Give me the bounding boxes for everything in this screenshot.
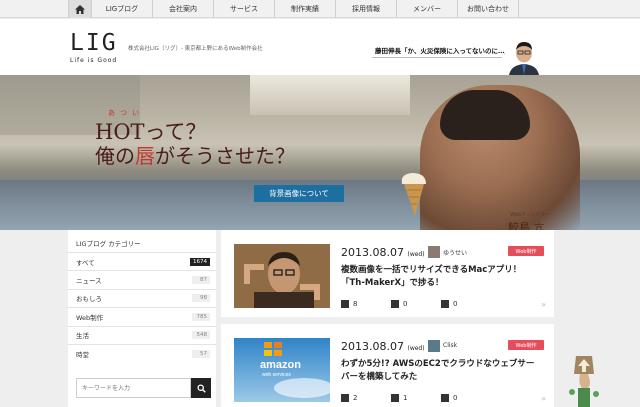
post-date: 2013.08.07 (wed) bbox=[341, 246, 425, 259]
stat-count: 1 bbox=[403, 394, 408, 402]
hero-headline-line1: HOTって？ bbox=[95, 120, 207, 144]
facebook-icon bbox=[341, 300, 349, 308]
author-avatar[interactable] bbox=[428, 340, 440, 352]
sidebar-item-label: 時堂 bbox=[76, 350, 89, 359]
category-sidebar: LIGブログ カテゴリー すべて 1674 ニュース 87 おもしろ 98 We… bbox=[68, 230, 216, 407]
logo-subtitle: Life is Good bbox=[70, 57, 118, 64]
facebook-share-stat[interactable]: 8 bbox=[341, 300, 391, 308]
hero-headline-highlight: 唇 bbox=[135, 144, 155, 168]
sidebar-item-label: 生活 bbox=[76, 332, 89, 341]
site-tagline: 株式会社LIG（リグ）- 東京都上野にあるWeb制作会社 bbox=[128, 46, 263, 52]
hero-person-hair bbox=[440, 90, 530, 140]
hero-ruby-text: あつい bbox=[108, 109, 144, 117]
stat-count: 0 bbox=[453, 300, 458, 308]
post-author[interactable]: ゆうせい bbox=[443, 248, 467, 257]
top-nav: LIGブログ 会社案内 サービス 制作実績 採用情報 メンバー お問い合わせ bbox=[0, 0, 640, 18]
post-stats: 2 1 0 bbox=[341, 394, 551, 402]
home-button[interactable] bbox=[68, 0, 92, 18]
facebook-icon bbox=[341, 394, 349, 402]
sidebar-item-count: 98 bbox=[192, 294, 210, 303]
sidebar-item-count: 57 bbox=[192, 349, 210, 358]
nav-recruit[interactable]: 採用情報 bbox=[336, 0, 397, 18]
bookmark-icon bbox=[441, 300, 449, 308]
search-form bbox=[76, 378, 211, 398]
post-weekday: (wed) bbox=[407, 251, 425, 258]
twitter-share-stat[interactable]: 0 bbox=[391, 300, 441, 308]
post-date-value: 2013.08.07 bbox=[341, 246, 404, 259]
nav-blog[interactable]: LIGブログ bbox=[92, 0, 153, 18]
category-badge[interactable]: Web制作 bbox=[508, 246, 544, 256]
bookmark-share-stat[interactable]: 0 bbox=[441, 394, 491, 402]
sidebar-item-web[interactable]: Web制作 785 bbox=[68, 307, 216, 325]
post-stats: 8 0 0 bbox=[341, 300, 551, 308]
hero-background-sky bbox=[250, 75, 410, 115]
sidebar-item-shrine[interactable]: 時堂 57 bbox=[68, 343, 216, 362]
sidebar-item-fun[interactable]: おもしろ 98 bbox=[68, 288, 216, 307]
twitter-icon bbox=[391, 394, 399, 402]
sidebar-item-news[interactable]: ニュース 87 bbox=[68, 270, 216, 288]
member-speech[interactable]: 藤田伸長「か、火災保険に入ってないのに…」 bbox=[375, 45, 511, 55]
bookmark-share-stat[interactable]: 0 bbox=[441, 300, 491, 308]
stat-count: 0 bbox=[403, 300, 408, 308]
hero-headline-line2: 俺の唇がそうさせた？ bbox=[95, 143, 295, 169]
facebook-share-stat[interactable]: 2 bbox=[341, 394, 391, 402]
sidebar-item-count: 87 bbox=[192, 276, 210, 285]
up-arrow-sign-icon[interactable] bbox=[566, 350, 602, 407]
site-logo[interactable]: LIG bbox=[70, 32, 118, 55]
sidebar-item-label: Web制作 bbox=[76, 313, 104, 322]
member-avatar[interactable] bbox=[505, 39, 543, 75]
speech-divider bbox=[372, 57, 502, 58]
thumbnail-brand-subtext: web services bbox=[262, 372, 291, 378]
sidebar-item-all[interactable]: すべて 1674 bbox=[68, 252, 216, 270]
sidebar-item-count: 785 bbox=[192, 312, 210, 321]
post-card[interactable]: amazon web services 2013.08.07 (wed) Cli… bbox=[221, 324, 554, 407]
site-header: LIG Life is Good 株式会社LIG（リグ）- 東京都上野にあるWe… bbox=[0, 19, 640, 75]
post-card[interactable]: 2013.08.07 (wed) ゆうせい Web制作 複数画像を一括でリサイズ… bbox=[221, 230, 554, 317]
stat-count: 8 bbox=[353, 300, 358, 308]
post-title[interactable]: 複数画像を一括でリサイズできるMacアプリ！「Th-MakerX」で捗る！ bbox=[341, 264, 541, 290]
nav-service[interactable]: サービス bbox=[214, 0, 275, 18]
category-list: すべて 1674 ニュース 87 おもしろ 98 Web制作 785 生活 54… bbox=[68, 252, 216, 362]
post-date: 2013.08.07 (wed) bbox=[341, 340, 425, 353]
stat-count: 0 bbox=[453, 394, 458, 402]
post-weekday: (wed) bbox=[407, 345, 425, 352]
hero-headline-part-a: 俺の bbox=[95, 144, 135, 168]
ice-cream-icon bbox=[401, 173, 426, 216]
background-info-button[interactable]: 背景画像について bbox=[254, 185, 344, 202]
sidebar-item-count: 548 bbox=[192, 331, 210, 340]
nav-contact[interactable]: お問い合わせ bbox=[458, 0, 519, 18]
sidebar-title: LIGブログ カテゴリー bbox=[76, 240, 141, 248]
nav-works[interactable]: 制作実績 bbox=[275, 0, 336, 18]
nav-members[interactable]: メンバー bbox=[397, 0, 458, 18]
twitter-icon bbox=[391, 300, 399, 308]
post-title[interactable]: わずか5分!? AWSのEC2でクラウドなウェブサーバーを構築してみた bbox=[341, 358, 541, 384]
post-thumbnail[interactable]: amazon web services bbox=[234, 338, 330, 402]
post-author[interactable]: Clisk bbox=[443, 342, 457, 349]
read-more-chevron-icon[interactable]: » bbox=[541, 300, 546, 309]
bookmark-icon bbox=[441, 394, 449, 402]
search-icon bbox=[196, 383, 206, 393]
nav-company[interactable]: 会社案内 bbox=[153, 0, 214, 18]
post-thumbnail[interactable] bbox=[234, 244, 330, 308]
sidebar-item-label: おもしろ bbox=[76, 295, 102, 304]
search-input[interactable] bbox=[76, 378, 191, 398]
sidebar-item-label: すべて bbox=[76, 258, 95, 267]
hero-credit-role: Webディレクター bbox=[510, 212, 551, 218]
search-button[interactable] bbox=[191, 378, 211, 398]
category-badge[interactable]: Web制作 bbox=[508, 340, 544, 350]
stat-count: 2 bbox=[353, 394, 358, 402]
sidebar-item-count: 1674 bbox=[190, 257, 210, 266]
post-date-value: 2013.08.07 bbox=[341, 340, 404, 353]
read-more-chevron-icon[interactable]: » bbox=[541, 394, 546, 403]
author-avatar[interactable] bbox=[428, 246, 440, 258]
hero-headline-part-b: がそうさせた？ bbox=[155, 144, 295, 168]
sidebar-item-life[interactable]: 生活 548 bbox=[68, 325, 216, 344]
home-icon bbox=[75, 4, 85, 14]
thumbnail-brand-text: amazon bbox=[260, 359, 301, 371]
sidebar-item-label: ニュース bbox=[76, 277, 102, 286]
twitter-share-stat[interactable]: 1 bbox=[391, 394, 441, 402]
